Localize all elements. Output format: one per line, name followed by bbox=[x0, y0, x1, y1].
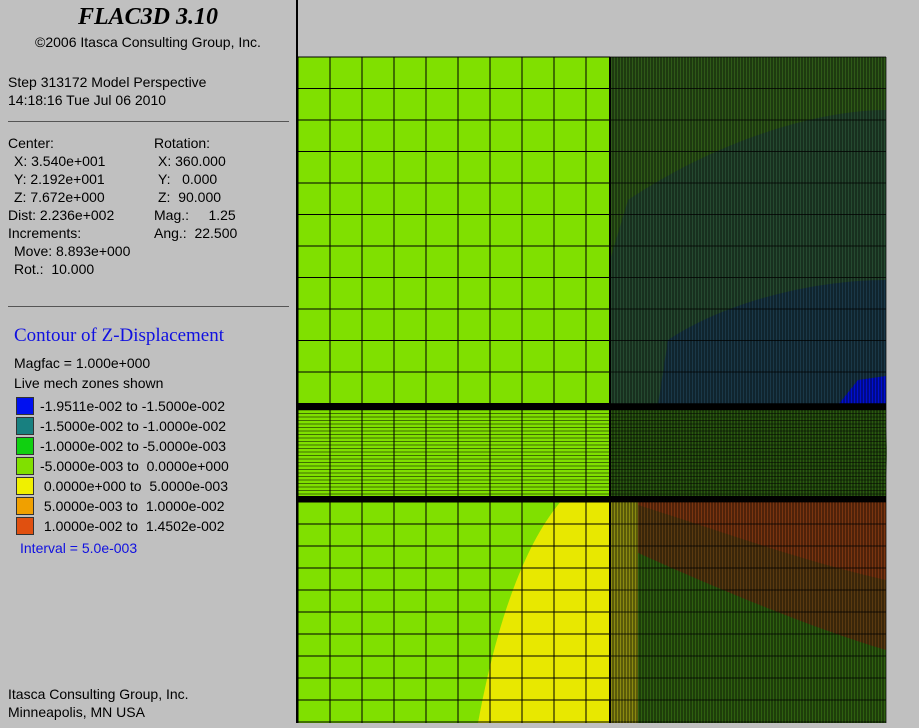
legend-label: 5.0000e-003 to 1.0000e-002 bbox=[40, 498, 225, 514]
mag-text: Mag.: 1.25 bbox=[154, 207, 236, 223]
band-top-border bbox=[298, 404, 886, 410]
increments-label: Increments: bbox=[8, 225, 82, 241]
legend-label: -5.0000e-003 to 0.0000e+000 bbox=[40, 458, 229, 474]
center-y: Y: 2.192e+001 bbox=[14, 171, 105, 187]
legend-label: -1.9511e-002 to -1.5000e-002 bbox=[40, 398, 225, 414]
legend-label: -1.5000e-002 to -1.0000e-002 bbox=[40, 418, 227, 434]
middle-band-right bbox=[610, 405, 887, 500]
info-panel: FLAC3D 3.10 ©2006 Itasca Consulting Grou… bbox=[0, 0, 298, 723]
legend-swatch bbox=[16, 437, 34, 455]
legend-swatch bbox=[16, 477, 34, 495]
middle-band bbox=[298, 405, 610, 500]
legend-label: 0.0000e+000 to 5.0000e-003 bbox=[40, 478, 229, 494]
interval-text: Interval = 5.0e-003 bbox=[20, 540, 138, 556]
timestamp-text: 14:18:16 Tue Jul 06 2010 bbox=[8, 92, 167, 108]
rotation-y: Y: 0.000 bbox=[158, 171, 218, 187]
contour-title: Contour of Z-Displacement bbox=[14, 325, 225, 346]
footer-company: Itasca Consulting Group, Inc. bbox=[8, 686, 189, 702]
legend-label: 1.0000e-002 to 1.4502e-002 bbox=[40, 518, 225, 534]
magfac-text: Magfac = 1.000e+000 bbox=[14, 355, 151, 371]
legend-swatch bbox=[16, 497, 34, 515]
center-z: Z: 7.672e+000 bbox=[14, 189, 105, 205]
rotation-label: Rotation: bbox=[154, 135, 211, 151]
dist-text: Dist: 2.236e+002 bbox=[8, 207, 115, 223]
copyright-text: ©2006 Itasca Consulting Group, Inc. bbox=[35, 34, 261, 50]
legend-swatch bbox=[16, 457, 34, 475]
rotation-x: X: 360.000 bbox=[158, 153, 226, 169]
angle-text: Ang.: 22.500 bbox=[154, 225, 238, 241]
band-bottom-border bbox=[298, 496, 886, 502]
model-viewport[interactable] bbox=[297, 0, 919, 723]
contour-mesh bbox=[297, 56, 887, 723]
divider bbox=[8, 121, 289, 122]
app-title: FLAC3D 3.10 bbox=[77, 4, 218, 30]
move-text: Move: 8.893e+000 bbox=[14, 243, 131, 259]
center-x: X: 3.540e+001 bbox=[14, 153, 106, 169]
step-text: Step 313172 Model Perspective bbox=[8, 74, 207, 90]
divider bbox=[8, 306, 289, 307]
footer-location: Minneapolis, MN USA bbox=[8, 704, 145, 720]
live-zones-text: Live mech zones shown bbox=[14, 375, 164, 391]
legend-swatch bbox=[16, 397, 34, 415]
legend-swatch bbox=[16, 417, 34, 435]
center-label: Center: bbox=[8, 135, 54, 151]
rotation-z: Z: 90.000 bbox=[158, 189, 222, 205]
legend-swatch bbox=[16, 517, 34, 535]
legend-label: -1.0000e-002 to -5.0000e-003 bbox=[40, 438, 227, 454]
rot-text: Rot.: 10.000 bbox=[14, 261, 95, 277]
